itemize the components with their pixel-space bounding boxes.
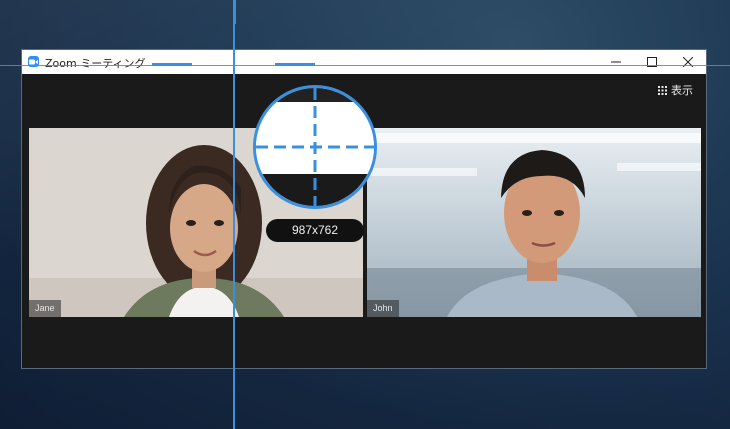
guide-segment	[152, 63, 192, 66]
guide-segment	[275, 63, 315, 66]
crosshair-vertical-guide	[233, 0, 235, 429]
crosshair-horizontal-guide	[0, 65, 730, 66]
minimize-button[interactable]	[598, 50, 634, 74]
zoom-magnifier-loupe	[253, 85, 377, 209]
selection-size-readout: 987x762	[266, 219, 364, 242]
window-title: Zoom ミーティング	[45, 57, 146, 70]
close-button[interactable]	[670, 50, 706, 74]
maximize-button[interactable]	[634, 50, 670, 74]
participant-name-jane: Jane	[29, 300, 61, 317]
grid-icon	[658, 85, 667, 95]
title-bar[interactable]: Zoom ミーティング	[22, 50, 706, 74]
participant-name-john: John	[367, 300, 399, 317]
video-tile-john[interactable]: John	[367, 128, 701, 317]
zoom-meeting-window: Zoom ミーティング 表示 Jane John	[21, 49, 707, 369]
guide-segment	[233, 0, 236, 24]
view-button[interactable]: 表示	[653, 81, 698, 99]
participant-video-john	[367, 128, 701, 317]
view-label: 表示	[671, 84, 693, 97]
